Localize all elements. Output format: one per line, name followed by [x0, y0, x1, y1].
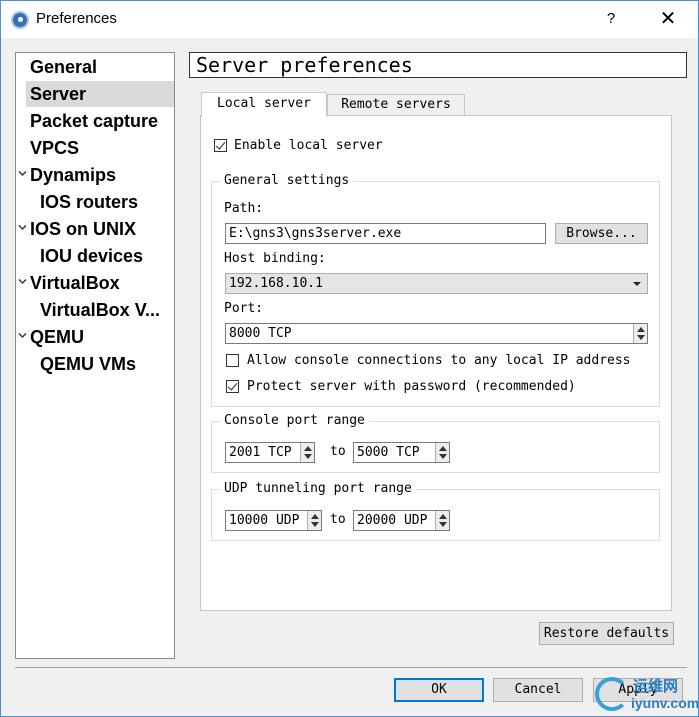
watermark-top-text: 运维网 [633, 678, 679, 695]
help-button[interactable]: ? [599, 7, 623, 31]
protect-password-label: Protect server with password (recommende… [247, 379, 576, 394]
tab-local-server[interactable]: Local server [201, 92, 327, 117]
console-port-end-value: 5000 TCP [357, 445, 420, 460]
udp-port-start-buttons[interactable] [307, 511, 321, 530]
sidebar-item-qemu-vms[interactable]: QEMU VMs [16, 351, 174, 377]
sidebar-item-packet-capture[interactable]: Packet capture [16, 108, 174, 134]
console-port-end-buttons[interactable] [435, 443, 449, 462]
sidebar-item-general[interactable]: General [16, 54, 174, 80]
arrow-up-icon [304, 446, 312, 451]
sidebar-item-ios-routers[interactable]: IOS routers [16, 189, 174, 215]
console-port-range-group: Console port range 2001 TCP to 5000 TCP [211, 413, 660, 473]
arrow-up-icon [637, 327, 645, 332]
arrow-down-icon [439, 454, 447, 459]
sidebar-item-label: Dynamips [30, 165, 117, 185]
arrow-down-icon [439, 522, 447, 527]
port-stepper[interactable]: 8000 TCP [225, 323, 648, 344]
window-title: Preferences [36, 10, 117, 27]
close-button[interactable]: ✕ [653, 5, 683, 33]
host-binding-value: 192.168.10.1 [229, 276, 323, 291]
sidebar-item-label: IOS on UNIX [30, 219, 137, 239]
port-value: 8000 TCP [229, 326, 292, 341]
watermark-bottom-text: iyunv.com [631, 695, 699, 711]
site-watermark: 运维网 iyunv.com [595, 673, 699, 717]
port-label: Port: [224, 301, 264, 316]
local-server-panel: Enable local server General settings Pat… [200, 115, 672, 611]
sidebar-item-iou-devices[interactable]: IOU devices [16, 243, 174, 269]
udp-port-end-stepper[interactable]: 20000 UDP [353, 510, 450, 531]
sidebar-item-label: Packet capture [30, 111, 159, 131]
preferences-window: Preferences ? ✕ General Server Packet capt… [0, 0, 699, 717]
udp-range-to-label: to [330, 512, 346, 527]
port-stepper-buttons[interactable] [633, 324, 647, 343]
chevron-down-icon [633, 282, 641, 286]
host-binding-select[interactable]: 192.168.10.1 [225, 273, 648, 294]
sidebar-item-label: QEMU VMs [40, 354, 137, 374]
arrow-down-icon [304, 454, 312, 459]
console-port-range-title: Console port range [220, 413, 369, 428]
restore-defaults-button[interactable]: Restore defaults [539, 622, 674, 645]
arrow-down-icon [637, 335, 645, 340]
path-input[interactable]: E:\gns3\gns3server.exe [225, 223, 546, 244]
browse-button-label: Browse... [566, 226, 637, 241]
gns3-app-icon [11, 11, 29, 29]
sidebar-item-label: QEMU [30, 327, 84, 347]
sidebar-item-server[interactable]: Server [16, 81, 174, 107]
sidebar-item-virtualbox[interactable]: VirtualBox [16, 270, 174, 296]
sidebar-item-vpcs[interactable]: VPCS [16, 135, 174, 161]
sidebar-item-label: VirtualBox [30, 273, 120, 293]
arrow-up-icon [311, 514, 319, 519]
sidebar-item-label: Server [26, 81, 174, 107]
cancel-button[interactable]: Cancel [493, 678, 583, 702]
udp-port-range-title: UDP tunneling port range [220, 481, 416, 496]
enable-local-server-label: Enable local server [234, 138, 383, 153]
arrow-down-icon [311, 522, 319, 527]
sidebar-item-label: VirtualBox V... [40, 300, 161, 320]
divider [15, 667, 687, 668]
ok-button[interactable]: OK [394, 678, 484, 702]
sidebar-item-label: IOU devices [40, 246, 144, 266]
arrow-up-icon [439, 514, 447, 519]
console-port-end-stepper[interactable]: 5000 TCP [353, 442, 450, 463]
allow-console-checkbox[interactable] [226, 354, 239, 367]
udp-port-end-value: 20000 UDP [357, 513, 428, 528]
title-bar: Preferences ? ✕ [1, 1, 698, 38]
path-label: Path: [224, 201, 264, 216]
watermark-logo-icon [595, 677, 629, 711]
arrow-up-icon [439, 446, 447, 451]
console-port-start-stepper[interactable]: 2001 TCP [225, 442, 315, 463]
udp-port-end-buttons[interactable] [435, 511, 449, 530]
console-port-start-buttons[interactable] [300, 443, 314, 462]
udp-port-start-stepper[interactable]: 10000 UDP [225, 510, 322, 531]
preferences-sidebar: General Server Packet capture VPCS Dynamips I… [15, 52, 175, 659]
general-settings-group: General settings Path: E:\gns3\gns3serve… [211, 173, 660, 407]
allow-console-label: Allow console connections to any local I… [247, 353, 631, 368]
sidebar-item-label: General [30, 57, 98, 77]
sidebar-item-ios-on-unix[interactable]: IOS on UNIX [16, 216, 174, 242]
udp-port-range-group: UDP tunneling port range 10000 UDP to 20… [211, 481, 660, 541]
page-title: Server preferences [189, 52, 687, 78]
sidebar-item-dynamips[interactable]: Dynamips [16, 162, 174, 188]
tab-remote-servers[interactable]: Remote servers [327, 94, 465, 115]
udp-port-start-value: 10000 UDP [229, 513, 300, 528]
sidebar-item-label: VPCS [30, 138, 80, 158]
sidebar-item-label: IOS routers [40, 192, 139, 212]
console-range-to-label: to [330, 444, 346, 459]
sidebar-item-qemu[interactable]: QEMU [16, 324, 174, 350]
general-settings-title: General settings [220, 173, 354, 188]
host-binding-label: Host binding: [224, 251, 326, 266]
enable-local-server-checkbox[interactable] [214, 139, 227, 152]
protect-password-checkbox[interactable] [226, 380, 239, 393]
sidebar-item-virtualbox-v[interactable]: VirtualBox V... [16, 297, 174, 323]
browse-button[interactable]: Browse... [555, 223, 648, 244]
console-port-start-value: 2001 TCP [229, 445, 292, 460]
